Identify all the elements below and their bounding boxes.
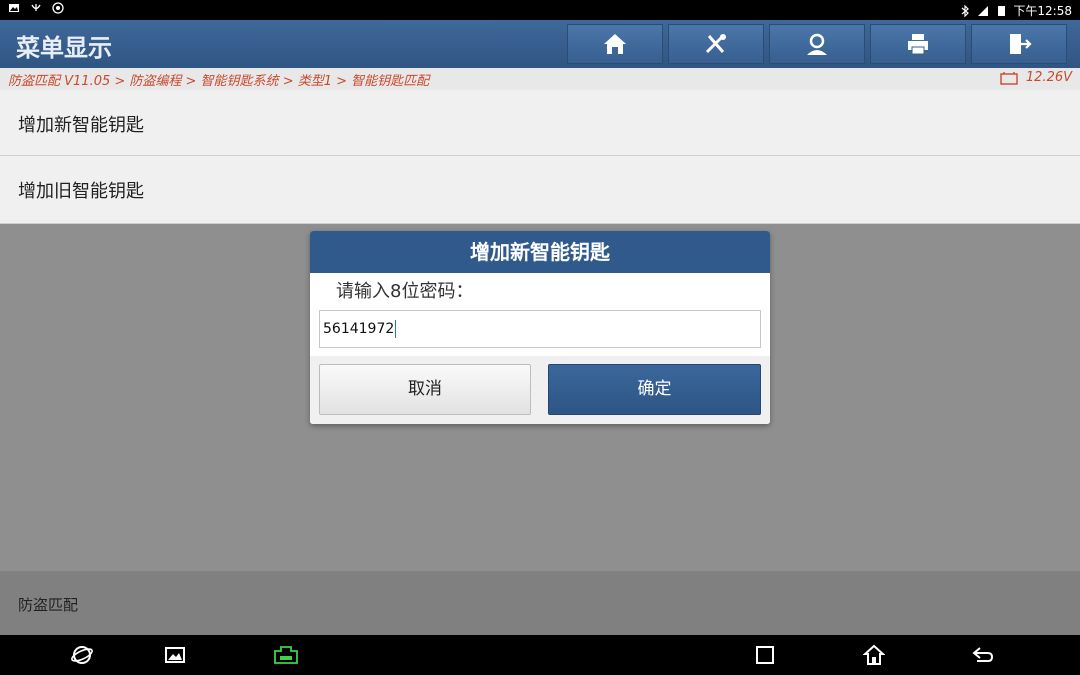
exit-button[interactable] xyxy=(971,24,1067,64)
cancel-button[interactable]: 取消 xyxy=(319,364,531,415)
signal-icon xyxy=(978,5,989,16)
gallery-button[interactable] xyxy=(163,643,187,667)
exit-icon xyxy=(1010,34,1032,54)
gallery-icon xyxy=(165,647,185,663)
breadcrumb-path: 防盗匹配 V11.05 > 防盗编程 > 智能钥匙系统 > 类型1 > 智能钥匙… xyxy=(8,74,430,89)
print-icon xyxy=(908,34,928,55)
vci-button[interactable] xyxy=(272,643,300,667)
back-button[interactable] xyxy=(971,643,995,667)
battery-voltage-icon xyxy=(1000,71,1018,85)
voltage-value: 12.26V xyxy=(1025,70,1072,85)
bluetooth-icon xyxy=(962,4,970,17)
list-item-label: 增加旧智能钥匙 xyxy=(18,181,144,202)
footer-label: 防盗匹配 xyxy=(18,596,79,614)
browser-button[interactable] xyxy=(70,643,94,667)
user-button[interactable] xyxy=(769,24,865,64)
status-time: 下午12:58 xyxy=(1013,4,1072,18)
vci-icon xyxy=(274,646,298,664)
usb-debug-icon xyxy=(31,4,41,11)
home-icon xyxy=(863,644,885,665)
user-icon xyxy=(807,33,827,55)
no-disturb-icon xyxy=(52,2,64,14)
breadcrumb: 防盗匹配 V11.05 > 防盗编程 > 智能钥匙系统 > 类型1 > 智能钥匙… xyxy=(0,68,1080,91)
print-button[interactable] xyxy=(870,24,966,64)
diagnostic-tools-icon xyxy=(705,34,726,54)
menu-list: 增加新智能钥匙 增加旧智能钥匙 xyxy=(0,90,1080,224)
text-caret xyxy=(395,320,397,338)
password-input[interactable]: 56141972 xyxy=(319,310,761,348)
confirm-button[interactable]: 确定 xyxy=(548,364,761,415)
browser-icon xyxy=(71,646,93,664)
password-dialog: 增加新智能钥匙 请输入8位密码： 56141972 取消 确定 xyxy=(310,231,770,424)
diagnostic-tools-button[interactable] xyxy=(668,24,764,64)
voltage-display: 12.26V xyxy=(1000,70,1072,85)
home-button[interactable] xyxy=(567,24,663,64)
status-bar: 下午12:58 xyxy=(0,0,1080,20)
dialog-actions: 取消 确定 xyxy=(310,356,770,424)
dialog-prompt: 请输入8位密码： xyxy=(336,281,474,302)
system-nav-bar xyxy=(0,635,1080,675)
home-icon xyxy=(604,34,626,54)
footer-bar: 防盗匹配 xyxy=(0,571,1080,635)
list-item[interactable]: 增加新智能钥匙 xyxy=(0,90,1080,156)
list-item[interactable]: 增加旧智能钥匙 xyxy=(0,156,1080,224)
battery-icon xyxy=(998,5,1006,16)
list-item-label: 增加新智能钥匙 xyxy=(18,115,144,136)
app-header: 菜单显示 xyxy=(0,20,1080,68)
recents-button[interactable] xyxy=(753,643,777,667)
nav-home-button[interactable] xyxy=(862,643,886,667)
image-icon xyxy=(9,4,19,12)
page-title: 菜单显示 xyxy=(16,34,112,62)
dialog-title: 增加新智能钥匙 xyxy=(310,231,770,273)
back-icon xyxy=(972,647,994,662)
password-input-value: 56141972 xyxy=(323,321,395,337)
recents-icon xyxy=(756,646,774,664)
